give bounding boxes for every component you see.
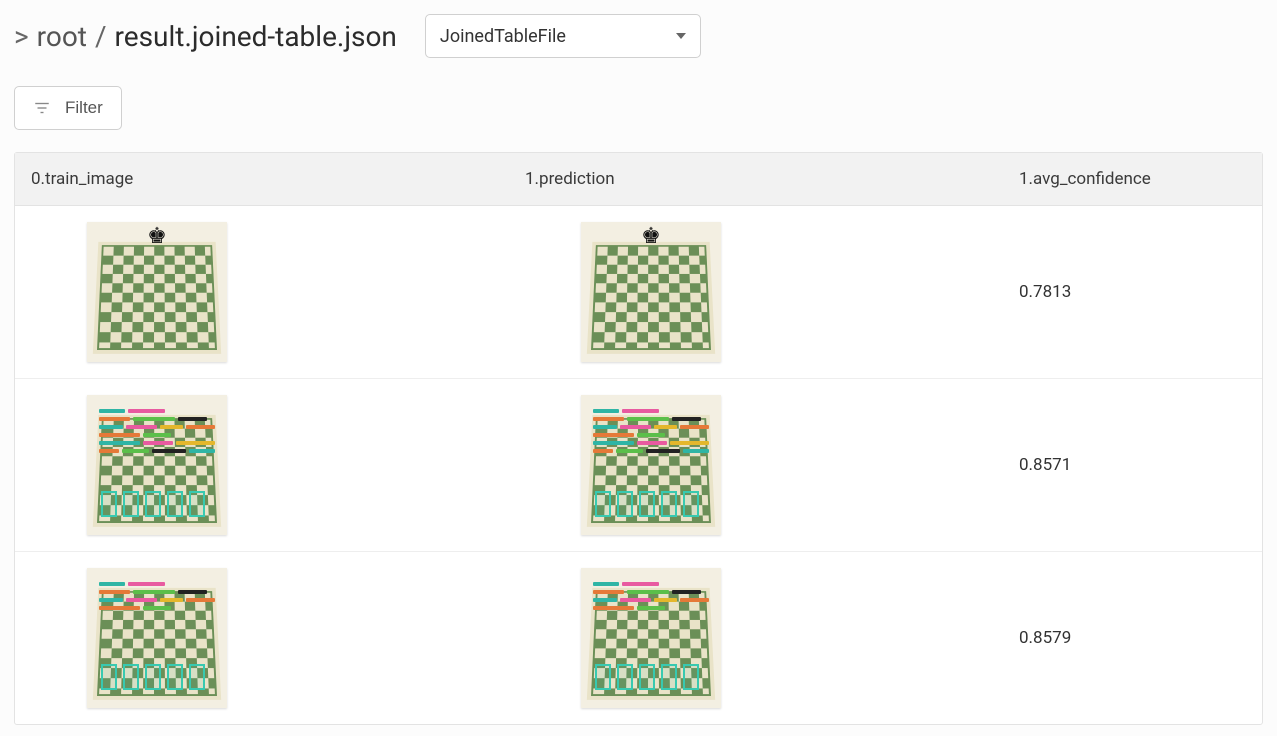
cell-prediction: [509, 552, 1003, 724]
cell-avg-confidence: 0.8571: [1003, 439, 1262, 491]
thumbnail[interactable]: [87, 395, 227, 535]
table-header: 0.train_image 1.prediction 1.avg_confide…: [15, 153, 1262, 206]
chevron-down-icon: [676, 33, 686, 39]
thumbnail[interactable]: [581, 568, 721, 708]
header-row: > root / result.joined-table.json Joined…: [14, 14, 1263, 58]
cell-train-image: [15, 379, 509, 551]
filter-icon: [33, 99, 51, 117]
table-body: ♚ ♚ 0.7813 0.8571 0.8579: [15, 206, 1262, 724]
col-header-prediction[interactable]: 1.prediction: [509, 153, 1003, 205]
toolbar: Filter: [14, 86, 1263, 130]
thumbnail[interactable]: ♚: [87, 222, 227, 362]
file-type-select-value: JoinedTableFile: [440, 26, 566, 47]
cell-avg-confidence: 0.7813: [1003, 266, 1262, 318]
table-row: 0.8571: [15, 379, 1262, 552]
breadcrumb-sep: /: [95, 20, 107, 53]
breadcrumb-file: result.joined-table.json: [115, 20, 397, 53]
table-row: ♚ ♚ 0.7813: [15, 206, 1262, 379]
table-row: 0.8579: [15, 552, 1262, 724]
filter-button[interactable]: Filter: [14, 86, 122, 130]
thumbnail[interactable]: [87, 568, 227, 708]
thumbnail[interactable]: ♚: [581, 222, 721, 362]
breadcrumb-root[interactable]: root: [37, 20, 87, 53]
file-type-select[interactable]: JoinedTableFile: [425, 14, 701, 58]
breadcrumb: > root / result.joined-table.json: [14, 20, 397, 53]
thumbnail[interactable]: [581, 395, 721, 535]
filter-button-label: Filter: [65, 98, 103, 118]
cell-train-image: [15, 552, 509, 724]
breadcrumb-chevron: >: [14, 20, 29, 53]
cell-train-image: ♚: [15, 206, 509, 378]
cell-prediction: [509, 379, 1003, 551]
col-header-train-image[interactable]: 0.train_image: [15, 153, 509, 205]
cell-avg-confidence: 0.8579: [1003, 612, 1262, 664]
col-header-avg-confidence[interactable]: 1.avg_confidence: [1003, 153, 1262, 205]
results-table: 0.train_image 1.prediction 1.avg_confide…: [14, 152, 1263, 725]
cell-prediction: ♚: [509, 206, 1003, 378]
